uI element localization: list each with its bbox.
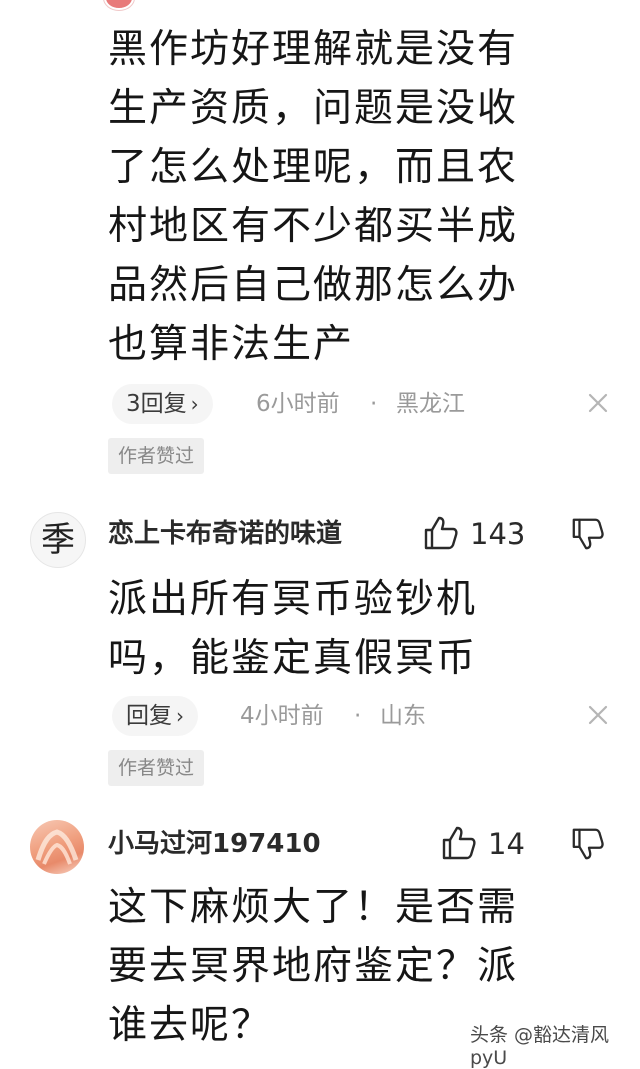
comment-text: 黑作坊好理解就是没有 生产资质，问题是没收 了怎么处理呢，而且农 村地区有不少都… [108, 27, 519, 367]
comment-meta: 3回复 › 6小时前 · 黑龙江 [0, 384, 640, 424]
author-liked-badge: 作者赞过 [108, 750, 205, 786]
watermark: 头条 @豁达清风pyU [470, 1024, 610, 1069]
avatar[interactable] [30, 820, 84, 874]
like-button[interactable]: 14 [440, 824, 540, 864]
username[interactable]: 小马过河197410 [108, 826, 321, 862]
close-icon[interactable] [584, 389, 612, 417]
author-liked-badge: 作者赞过 [108, 438, 205, 474]
separator: · [370, 391, 378, 417]
avatar[interactable]: 季 [30, 512, 86, 568]
avatar-glyph: 季 [41, 520, 75, 560]
thumbs-up-icon [424, 516, 458, 550]
username[interactable]: 恋上卡布奇诺的味道 [108, 516, 342, 552]
avatar-image [35, 829, 79, 865]
comment-meta: 回复 › 4小时前 · 山东 [0, 696, 640, 736]
thumbs-down-icon[interactable] [570, 516, 606, 552]
like-count: 143 [470, 517, 526, 551]
comment-text: 派出所有冥币验钞机 吗，能鉴定真假冥币 [108, 577, 478, 681]
like-button[interactable]: 143 [422, 514, 532, 554]
close-icon[interactable] [584, 701, 612, 729]
comment-region: 黑龙江 [396, 391, 465, 417]
separator: · [354, 703, 362, 729]
reply-button[interactable]: 回复 › [112, 696, 198, 736]
reply-label: 3回复 [126, 391, 187, 417]
like-count: 14 [488, 827, 525, 861]
chevron-right-icon: › [190, 392, 199, 416]
chevron-right-icon: › [176, 704, 184, 728]
comment-time: 6小时前 [256, 391, 340, 417]
comment-region: 山东 [380, 703, 426, 729]
avatar[interactable] [104, 0, 134, 10]
thumbs-down-icon[interactable] [570, 826, 606, 862]
thumbs-up-icon [442, 826, 476, 860]
reply-button[interactable]: 3回复 › [112, 384, 213, 424]
comment-time: 4小时前 [240, 703, 324, 729]
reply-label: 回复 [126, 703, 172, 729]
